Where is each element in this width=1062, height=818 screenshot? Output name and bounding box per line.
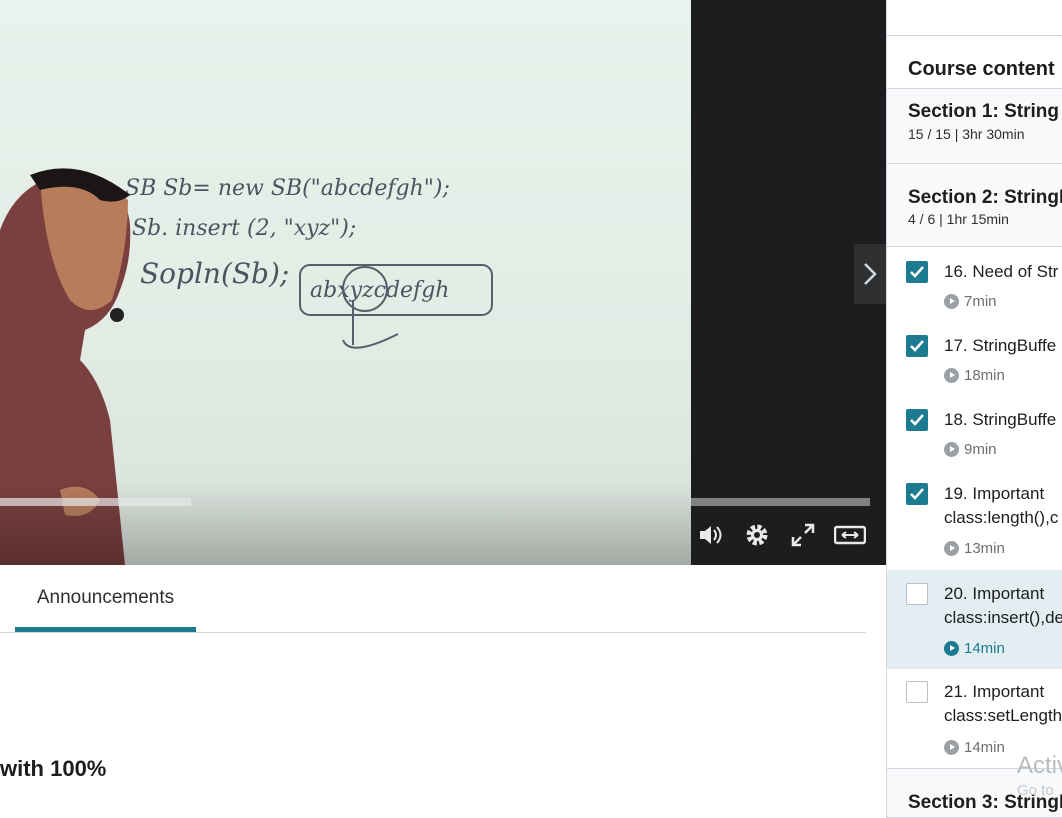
duration-text: 14min bbox=[964, 640, 1005, 657]
section-title: Section 1: String c bbox=[908, 101, 1062, 122]
tabs-divider bbox=[0, 632, 866, 633]
board-line-3: Sopln(Sb); bbox=[140, 257, 289, 290]
theater-mode-icon[interactable] bbox=[833, 520, 867, 550]
chevron-right-icon bbox=[864, 263, 877, 285]
sidebar-title: Course content bbox=[908, 58, 1055, 80]
duration-text: 7min bbox=[964, 293, 997, 310]
board-line-1: SB Sb= new SB("abcdefgh"); bbox=[125, 176, 450, 201]
lecture-item-18[interactable]: 18. StringBuffe 9min bbox=[887, 396, 1062, 470]
completed-checkbox[interactable] bbox=[906, 409, 928, 431]
lecture-title: 16. Need of Str bbox=[944, 262, 1059, 281]
duration-text: 18min bbox=[964, 367, 1005, 384]
overview-headline: with 100% bbox=[0, 756, 107, 781]
duration-text: 14min bbox=[964, 739, 1005, 756]
lecture-title-line2: class:setLength bbox=[944, 706, 1062, 725]
play-icon bbox=[944, 368, 959, 383]
play-icon bbox=[944, 442, 959, 457]
volume-icon[interactable] bbox=[696, 520, 726, 550]
incomplete-checkbox[interactable] bbox=[906, 583, 928, 605]
course-tabs: Announcements bbox=[0, 565, 886, 633]
lecture-title: 21. Important bbox=[944, 682, 1045, 701]
lecture-item-17[interactable]: 17. StringBuffe 18min bbox=[887, 322, 1062, 396]
incomplete-checkbox[interactable] bbox=[906, 681, 928, 703]
lecture-title: 18. StringBuffe bbox=[944, 410, 1057, 429]
lecture-duration: 14min bbox=[944, 739, 1005, 756]
lecture-duration: 18min bbox=[944, 367, 1005, 384]
completed-checkbox[interactable] bbox=[906, 483, 928, 505]
section-meta: 4 / 6 | 1hr 15min bbox=[908, 211, 1009, 227]
section-1[interactable]: Section 1: String c 15 / 15 | 3hr 30min bbox=[887, 88, 1062, 164]
expand-icon[interactable] bbox=[788, 520, 818, 550]
play-icon bbox=[944, 740, 959, 755]
next-lecture-button[interactable] bbox=[854, 244, 886, 304]
video-player[interactable]: SB Sb= new SB("abcdefgh"); Sb. insert (2… bbox=[0, 0, 886, 565]
lecture-title-line2: class:insert(),de bbox=[944, 608, 1062, 627]
play-icon bbox=[944, 641, 959, 656]
lecture-title-line2: class:length(),c bbox=[944, 508, 1059, 527]
lecture-duration: 9min bbox=[944, 441, 997, 458]
lecture-duration: 13min bbox=[944, 540, 1005, 557]
lecture-title: 19. Important bbox=[944, 484, 1045, 503]
board-line-2: Sb. insert (2, "xyz"); bbox=[132, 216, 356, 241]
completed-checkbox[interactable] bbox=[906, 335, 928, 357]
lecture-title: 17. StringBuffe bbox=[944, 336, 1057, 355]
duration-text: 13min bbox=[964, 540, 1005, 557]
board-line-4: abxyzcdefgh bbox=[310, 278, 449, 303]
section-meta: 15 / 15 | 3hr 30min bbox=[908, 126, 1025, 142]
course-content-sidebar: Course content Section 1: String c 15 / … bbox=[886, 0, 1062, 818]
tab-announcements[interactable]: Announcements bbox=[15, 565, 196, 632]
lecture-duration: 14min bbox=[944, 640, 1005, 657]
activation-watermark-sub: Go to bbox=[1017, 782, 1054, 799]
lecture-item-20[interactable]: 20. Important class:insert(),de 14min bbox=[887, 570, 1062, 669]
lecture-duration: 7min bbox=[944, 293, 997, 310]
lecture-item-16[interactable]: 16. Need of Str 7min bbox=[887, 248, 1062, 322]
lecture-title: 20. Important bbox=[944, 584, 1045, 603]
duration-text: 9min bbox=[964, 441, 997, 458]
board-curve bbox=[342, 333, 399, 349]
progress-bar-fill bbox=[0, 498, 192, 506]
sidebar-header-bar bbox=[887, 0, 1062, 36]
activation-watermark: Activ bbox=[1017, 752, 1062, 779]
controls-gradient bbox=[0, 480, 691, 565]
play-icon bbox=[944, 294, 959, 309]
lecture-item-19[interactable]: 19. Important class:length(),c 13min bbox=[887, 470, 1062, 570]
gear-icon[interactable] bbox=[742, 520, 772, 550]
section-title: Section 2: StringB bbox=[908, 187, 1062, 208]
progress-bar[interactable] bbox=[0, 498, 870, 506]
completed-checkbox[interactable] bbox=[906, 261, 928, 283]
section-2[interactable]: Section 2: StringB 4 / 6 | 1hr 15min bbox=[887, 165, 1062, 247]
play-icon bbox=[944, 541, 959, 556]
